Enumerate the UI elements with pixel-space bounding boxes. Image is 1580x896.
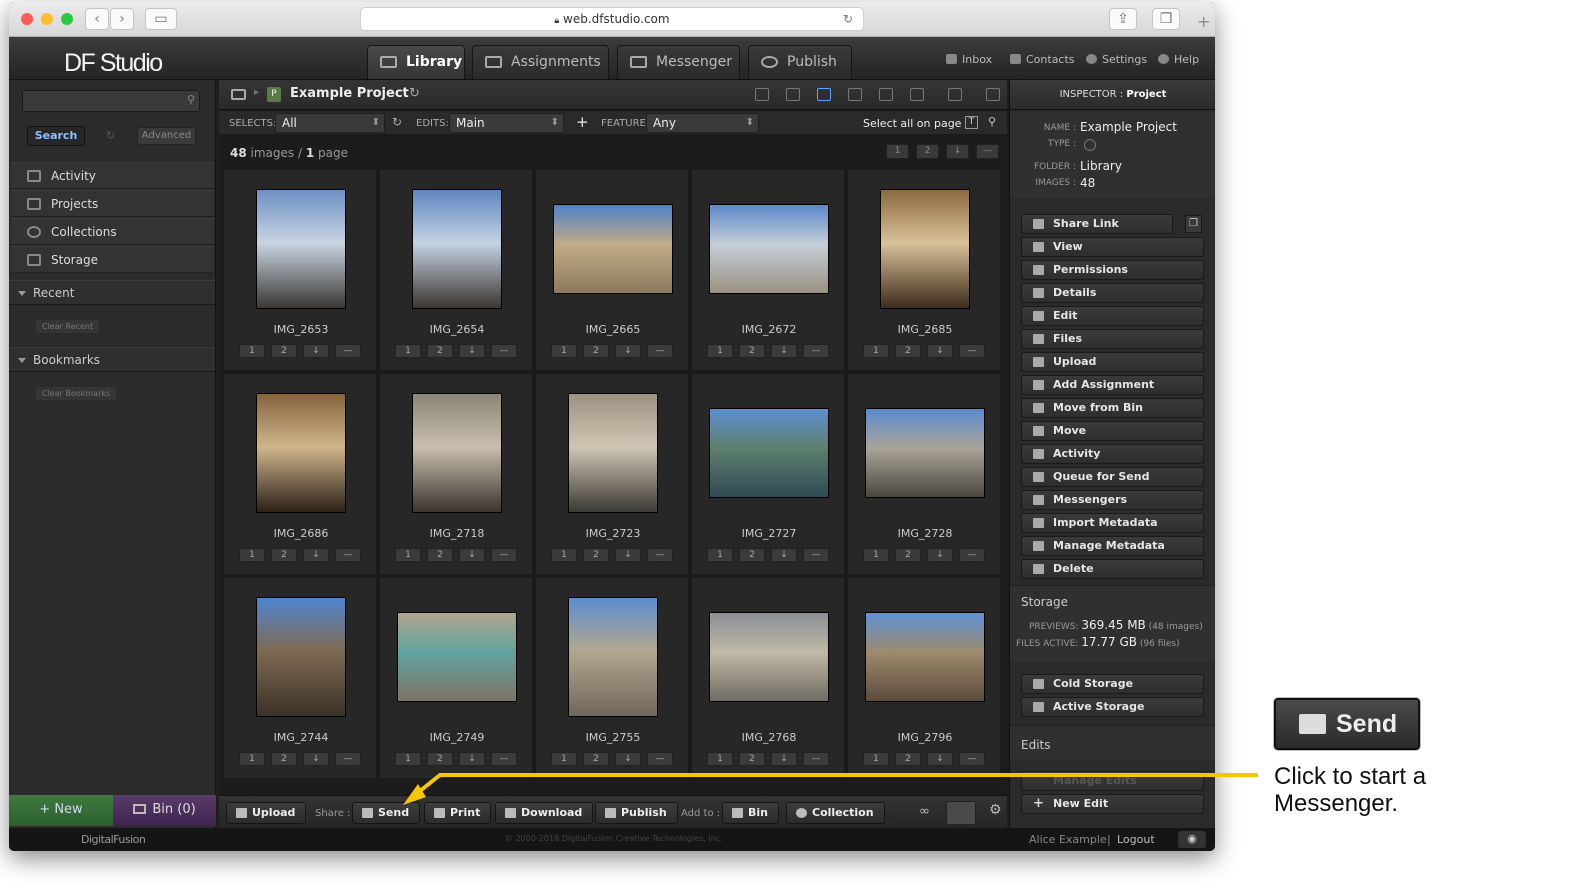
callout-arrow (403, 773, 1258, 805)
callout-text: Click to start a Messenger. (1274, 763, 1427, 817)
envelope-icon (1299, 714, 1326, 734)
callout-send-button: Send (1274, 698, 1420, 750)
